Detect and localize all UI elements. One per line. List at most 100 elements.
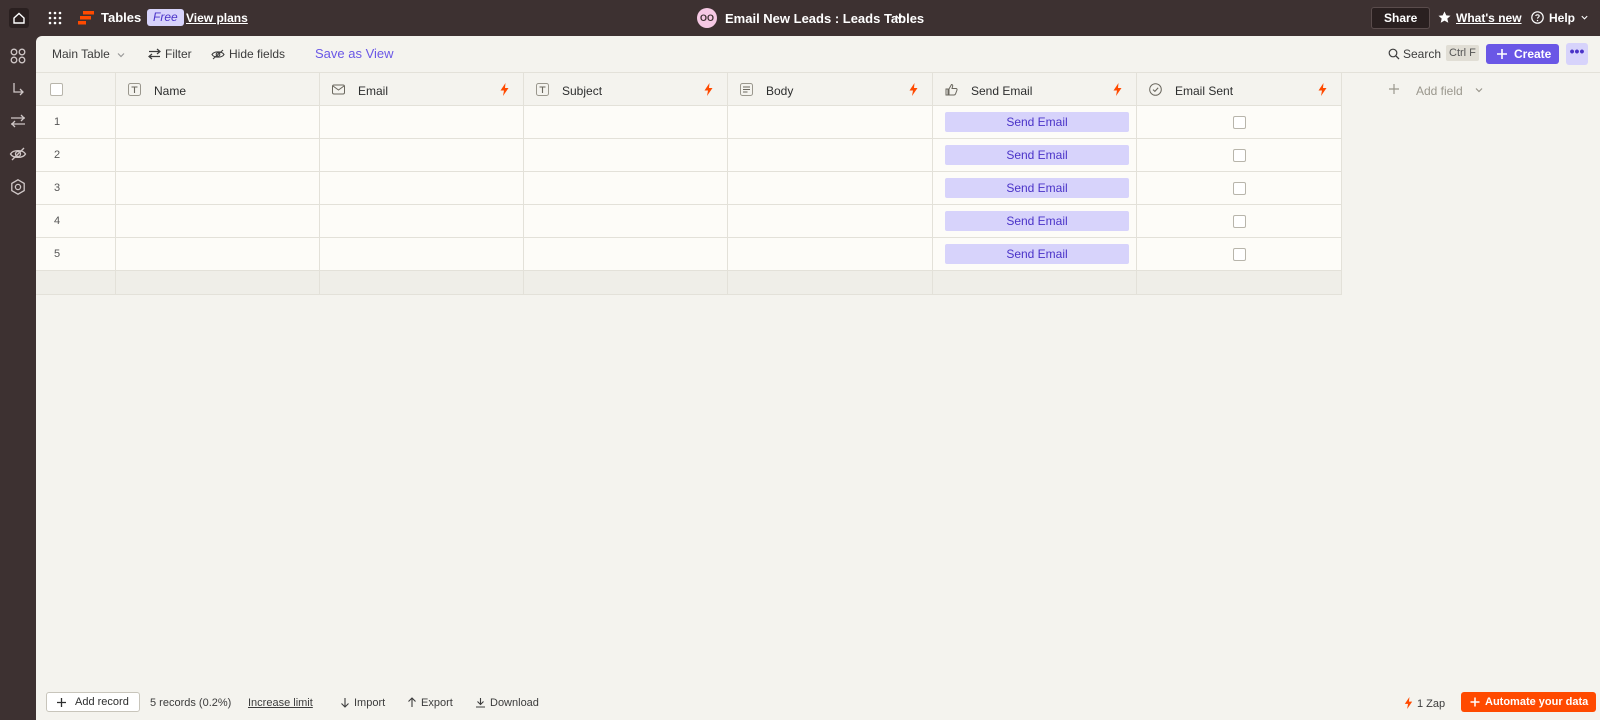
body-cell[interactable] [728,172,933,205]
subject-cell[interactable] [524,106,728,139]
add-field-button[interactable]: Add field [1374,73,1600,106]
body-cell[interactable] [728,139,933,172]
email-type-icon [332,84,345,95]
body-cell[interactable] [728,205,933,238]
eye-slash-icon[interactable] [9,145,27,163]
email-sent-cell[interactable] [1137,205,1342,238]
save-as-view-button[interactable]: Save as View [315,46,394,61]
send-email-button[interactable]: Send Email [945,211,1129,231]
zap-count[interactable]: 1 Zap [1404,697,1445,710]
avatar[interactable]: OO [697,8,717,28]
row-number-cell[interactable]: 2 [36,139,116,172]
arrow-down-icon [341,698,349,708]
email-sent-cell[interactable] [1137,238,1342,271]
export-button[interactable]: Export [407,697,453,709]
share-button[interactable]: Share [1371,7,1431,29]
arrow-turn-icon[interactable] [9,80,27,98]
download-button[interactable]: Download [475,697,539,709]
home-icon[interactable] [9,8,29,28]
add-record-button[interactable]: Add record [46,692,140,712]
name-cell[interactable] [116,139,320,172]
chevron-down-icon[interactable] [894,12,904,22]
send-email-cell[interactable]: Send Email [933,205,1137,238]
email-cell[interactable] [320,139,524,172]
row-number-cell[interactable]: 4 [36,205,116,238]
send-email-cell[interactable]: Send Email [933,238,1137,271]
lightning-bolt-icon [1404,697,1413,709]
email-sent-cell[interactable] [1137,172,1342,205]
import-button[interactable]: Import [340,697,385,709]
subject-cell[interactable] [524,205,728,238]
chevron-down-icon[interactable] [1580,13,1589,22]
hide-fields-button[interactable]: Hide fields [211,47,285,61]
body-cell[interactable] [728,238,933,271]
name-cell[interactable] [116,106,320,139]
email-sent-checkbox[interactable] [1233,182,1246,195]
email-cell[interactable] [320,106,524,139]
create-button[interactable]: Create [1486,44,1559,64]
subject-cell[interactable] [524,139,728,172]
column-header-email[interactable]: Email [320,73,524,106]
automate-data-button[interactable]: Automate your data [1461,692,1597,712]
row-number-cell[interactable]: 5 [36,238,116,271]
subject-cell [524,271,728,295]
name-cell [116,271,320,295]
email-sent-checkbox[interactable] [1233,215,1246,228]
send-email-button[interactable]: Send Email [945,145,1129,165]
row-number-cell[interactable]: 1 [36,106,116,139]
column-header-email-sent[interactable]: Email Sent [1137,73,1342,106]
send-email-cell[interactable]: Send Email [933,139,1137,172]
column-header-subject[interactable]: Subject [524,73,728,106]
new-record-row[interactable] [36,271,1372,304]
email-cell[interactable] [320,205,524,238]
sliders-icon[interactable] [9,112,27,130]
row-number-cell[interactable]: 3 [36,172,116,205]
send-email-cell[interactable]: Send Email [933,106,1137,139]
view-plans-link[interactable]: View plans [186,11,248,25]
search-button[interactable]: Search [1388,47,1441,61]
body-cell[interactable] [728,106,933,139]
table-row: 1 Send Email [36,106,1372,139]
lightning-bolt-icon [909,83,918,96]
lightning-bolt-icon [704,83,713,96]
row-number: 2 [54,149,61,161]
send-email-cell[interactable]: Send Email [933,172,1137,205]
send-email-button[interactable]: Send Email [945,244,1129,264]
name-cell[interactable] [116,205,320,238]
increase-limit-link[interactable]: Increase limit [248,697,313,709]
more-options-button[interactable]: ••• [1566,43,1588,65]
tables-logo-icon [78,11,94,25]
email-sent-checkbox[interactable] [1233,149,1246,162]
email-sent-cell[interactable] [1137,106,1342,139]
plus-icon [1389,84,1399,94]
row-number: 3 [54,182,61,194]
help-menu[interactable]: Help [1549,11,1575,25]
send-email-button[interactable]: Send Email [945,112,1129,132]
settings-icon[interactable] [9,178,27,196]
name-cell[interactable] [116,238,320,271]
components-icon[interactable] [9,47,27,65]
table-row: 5 Send Email [36,238,1372,271]
apps-grid-icon[interactable] [48,11,62,25]
name-cell[interactable] [116,172,320,205]
table-header-row: Name Email Subject Body Send Email Email… [36,73,1600,106]
filter-button[interactable]: Filter [148,47,192,61]
view-selector[interactable]: Main Table [52,47,130,61]
email-cell[interactable] [320,172,524,205]
whats-new-link[interactable]: What's new [1456,11,1522,25]
create-label: Create [1514,47,1552,61]
column-label: Name [154,84,187,98]
column-header-name[interactable]: Name [116,73,320,106]
search-icon [1388,48,1400,60]
email-sent-checkbox[interactable] [1233,116,1246,129]
select-all-checkbox[interactable] [50,83,63,96]
subject-cell[interactable] [524,172,728,205]
email-sent-cell [1137,271,1342,295]
email-sent-cell[interactable] [1137,139,1342,172]
subject-cell[interactable] [524,238,728,271]
email-cell[interactable] [320,238,524,271]
column-header-send-email[interactable]: Send Email [933,73,1137,106]
send-email-button[interactable]: Send Email [945,178,1129,198]
email-sent-checkbox[interactable] [1233,248,1246,261]
column-header-body[interactable]: Body [728,73,933,106]
